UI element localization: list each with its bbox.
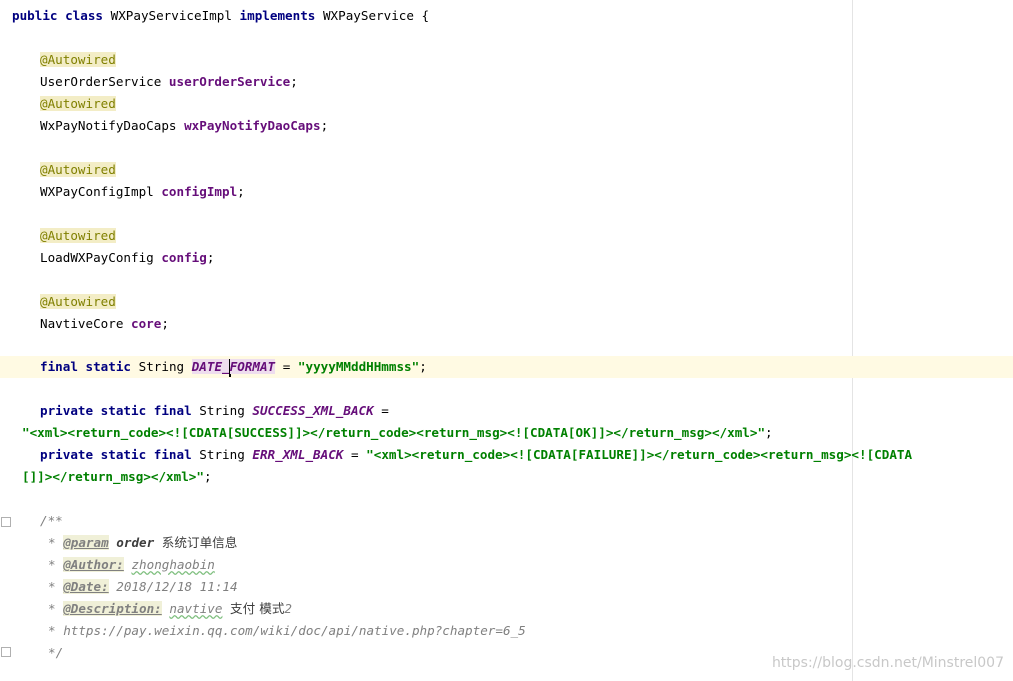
- javadoc-tag: @param: [63, 535, 109, 550]
- keyword: private: [40, 403, 94, 418]
- comment: 2: [284, 601, 293, 616]
- string-literal: "yyyyMMddHHmmss": [297, 359, 420, 374]
- semicolon: ;: [161, 316, 169, 331]
- field-type: UserOrderService: [40, 74, 162, 89]
- comment: *: [48, 623, 56, 638]
- comment: /**: [40, 513, 63, 528]
- operator: =: [350, 447, 359, 462]
- keyword: final: [153, 447, 192, 462]
- field-name: userOrderService: [168, 74, 291, 89]
- semicolon: ;: [203, 469, 212, 484]
- keyword: final: [153, 403, 192, 418]
- javadoc-param: order: [116, 535, 155, 550]
- keyword: static: [100, 447, 147, 462]
- code-line-annotation: @Autowired: [0, 291, 1013, 313]
- field-name: core: [131, 316, 162, 331]
- code-line-class-decl: public class WXPayServiceImpl implements…: [0, 5, 1013, 27]
- semicolon: ;: [206, 250, 215, 265]
- javadoc-line: * https://pay.weixin.qq.com/wiki/doc/api…: [0, 620, 1013, 642]
- keyword: static: [85, 359, 132, 374]
- code-line-field: UserOrderService userOrderService;: [0, 71, 1013, 93]
- code-line-field: WxPayNotifyDaoCaps wxPayNotifyDaoCaps;: [0, 115, 1013, 137]
- comment: navtive: [169, 601, 223, 616]
- code-line-string: []]></return_msg></xml>";: [0, 466, 1013, 488]
- comment: 系统订单信息: [161, 535, 238, 550]
- javadoc-tag: @Author:: [63, 557, 124, 572]
- annotation: @Autowired: [40, 294, 116, 309]
- javadoc-link[interactable]: https://pay.weixin.qq.com/wiki/doc/api/n…: [63, 623, 526, 638]
- field-name: configImpl: [161, 184, 238, 199]
- code-line-annotation: @Autowired: [0, 93, 1013, 115]
- comment: zhonghaobin: [131, 557, 215, 572]
- javadoc-line: * @param order 系统订单信息: [0, 532, 1013, 554]
- code-line-current: final static String DATE_FORMAT = "yyyyM…: [0, 356, 1013, 378]
- constant-name: DATE_: [191, 359, 230, 374]
- keyword: implements: [239, 8, 316, 23]
- string-literal: []]></return_msg></xml>": [22, 469, 204, 484]
- comment: 支付 模式: [230, 601, 285, 616]
- brace: {: [421, 8, 430, 23]
- comment: 2018/12/18 11:14: [116, 579, 238, 594]
- semicolon: ;: [419, 359, 427, 374]
- keyword: static: [100, 403, 147, 418]
- comment: *: [48, 535, 56, 550]
- class-name: WXPayServiceImpl: [110, 8, 232, 23]
- field-name: wxPayNotifyDaoCaps: [184, 118, 321, 133]
- field-type: String: [199, 403, 245, 418]
- keyword: class: [65, 8, 104, 23]
- comment: */: [48, 645, 64, 660]
- code-line-annotation: @Autowired: [0, 225, 1013, 247]
- javadoc-line: * @Description: navtive 支付 模式2: [0, 598, 1013, 620]
- field-type: WXPayConfigImpl: [40, 184, 154, 199]
- constant-name: FORMAT: [229, 359, 276, 374]
- comment: *: [48, 601, 56, 616]
- code-line-annotation: @Autowired: [0, 159, 1013, 181]
- interface-name: WXPayService: [322, 8, 414, 23]
- string-literal: "<xml><return_code><![CDATA[SUCCESS]]></…: [22, 425, 766, 440]
- semicolon: ;: [765, 425, 773, 440]
- javadoc-tag: @Description:: [63, 601, 162, 616]
- code-line-field: NavtiveCore core;: [0, 313, 1013, 335]
- annotation: @Autowired: [40, 162, 116, 177]
- code-line-string: "<xml><return_code><![CDATA[SUCCESS]]></…: [0, 422, 1013, 444]
- javadoc-line: * @Author: zhonghaobin: [0, 554, 1013, 576]
- string-literal: "<xml><return_code><![CDATA[FAILURE]]></…: [366, 447, 913, 462]
- semicolon: ;: [237, 184, 245, 199]
- field-type: NavtiveCore: [40, 316, 124, 331]
- field-type: WxPayNotifyDaoCaps: [40, 118, 177, 133]
- watermark: https://blog.csdn.net/Minstrel007: [771, 655, 1004, 671]
- code-line-field: LoadWXPayConfig config;: [0, 247, 1013, 269]
- field-type: String: [199, 447, 245, 462]
- operator: =: [282, 359, 291, 374]
- code-line-field: WXPayConfigImpl configImpl;: [0, 181, 1013, 203]
- operator: =: [381, 403, 389, 418]
- keyword: private: [40, 447, 94, 462]
- annotation: @Autowired: [40, 52, 116, 67]
- constant-name: SUCCESS_XML_BACK: [252, 403, 374, 418]
- code-line-field: private static final String SUCCESS_XML_…: [0, 400, 1013, 422]
- comment: *: [48, 579, 56, 594]
- javadoc-open: /**: [0, 510, 1013, 532]
- keyword: final: [40, 359, 78, 374]
- field-type: LoadWXPayConfig: [40, 250, 154, 265]
- comment: *: [48, 557, 56, 572]
- javadoc-line: * @Date: 2018/12/18 11:14: [0, 576, 1013, 598]
- semicolon: ;: [320, 118, 329, 133]
- semicolon: ;: [290, 74, 298, 89]
- field-name: config: [161, 250, 207, 265]
- code-line-annotation: @Autowired: [0, 49, 1013, 71]
- constant-name: ERR_XML_BACK: [252, 447, 344, 462]
- annotation: @Autowired: [40, 96, 116, 111]
- code-editor[interactable]: public class WXPayServiceImpl implements…: [0, 0, 1013, 681]
- keyword: public: [12, 8, 58, 23]
- code-line-field: private static final String ERR_XML_BACK…: [0, 444, 1013, 466]
- javadoc-tag: @Date:: [63, 579, 109, 594]
- annotation: @Autowired: [40, 228, 116, 243]
- field-type: String: [138, 359, 185, 374]
